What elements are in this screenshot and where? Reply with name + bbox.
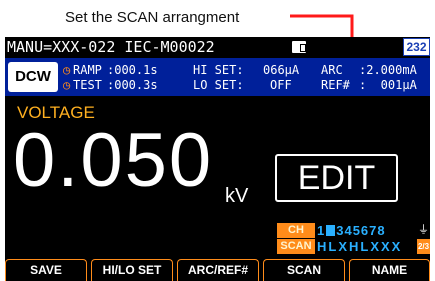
parameter-panel: DCW ◷ RAMP :000.1s ◷ TEST :000.3s HI SET…: [5, 58, 430, 96]
ref-label: REF#: [321, 78, 350, 92]
ch-tag: CH: [277, 223, 315, 238]
voltage-value: 0.050: [13, 118, 214, 203]
scan-arrangement-panel[interactable]: CH SCAN 1 345678 HLXHLXXX ⏚ 2/3: [277, 223, 430, 255]
interface-badge: 232: [403, 38, 430, 56]
scan-softkey[interactable]: SCAN: [263, 259, 345, 281]
clock-icon: ◷: [63, 63, 71, 77]
page-indicator: 2/3: [417, 239, 430, 254]
arc-value[interactable]: :2.000mA: [359, 63, 417, 77]
name-softkey[interactable]: NAME: [349, 259, 430, 281]
arc-ref-softkey[interactable]: ARC/REF#: [177, 259, 259, 281]
annotation-area: Set the SCAN arrangment: [0, 0, 435, 218]
lo-set-label: LO SET:: [193, 78, 244, 92]
edit-button[interactable]: EDIT: [275, 154, 398, 202]
instrument-screen: MANU=XXX-022 IEC-M00022 232 DCW ◷ RAMP :…: [5, 37, 430, 281]
memory-card-icon: [292, 41, 306, 53]
test-label: TEST: [73, 78, 102, 92]
test-mode-text: MANU=XXX-022 IEC-M00022: [7, 38, 215, 56]
ref-value[interactable]: : 001µA: [359, 78, 417, 92]
channel-first: 1: [317, 223, 326, 238]
save-softkey[interactable]: SAVE: [5, 259, 87, 281]
hi-lo-set-softkey[interactable]: HI/LO SET: [91, 259, 173, 281]
hi-set-label: HI SET:: [193, 63, 244, 77]
scan-arrangement-values[interactable]: HLXHLXXX: [317, 239, 402, 254]
softkey-bar: SAVE HI/LO SET ARC/REF# SCAN NAME: [5, 258, 430, 281]
scan-tag: SCAN: [277, 239, 315, 254]
lo-set-value[interactable]: OFF: [270, 78, 292, 92]
ramp-label: RAMP: [73, 63, 102, 77]
hi-set-value[interactable]: 066µA: [263, 63, 299, 77]
clock-icon: ◷: [63, 78, 71, 92]
arc-label: ARC: [321, 63, 343, 77]
test-value[interactable]: :000.3s: [107, 78, 158, 92]
channel-rest: 345678: [336, 223, 386, 238]
ground-icon: ⏚: [418, 224, 429, 236]
selected-channel-marker: [326, 225, 336, 236]
function-button[interactable]: DCW: [8, 62, 58, 92]
ramp-value[interactable]: :000.1s: [107, 63, 158, 77]
channel-numbers: 1 345678: [317, 223, 386, 238]
status-bar: MANU=XXX-022 IEC-M00022 232: [5, 37, 430, 57]
voltage-unit: kV: [225, 185, 249, 207]
